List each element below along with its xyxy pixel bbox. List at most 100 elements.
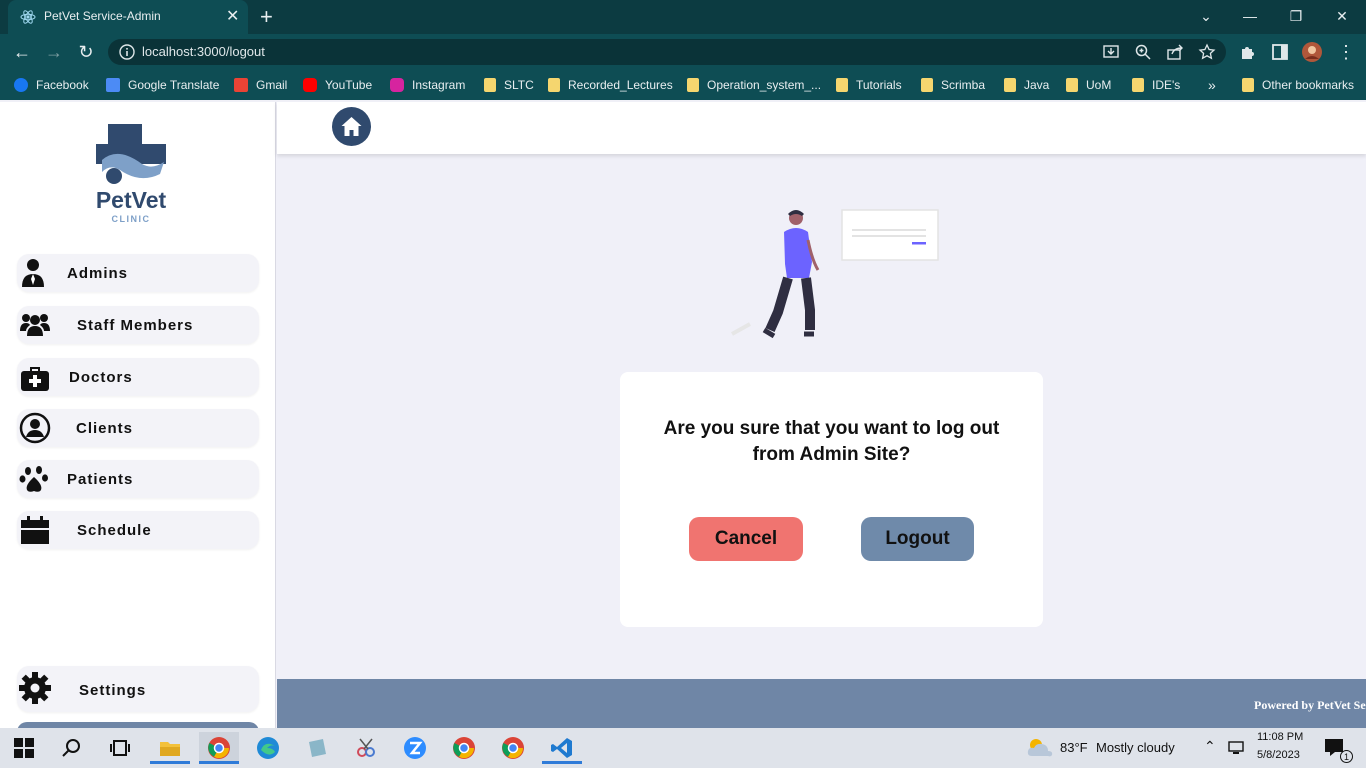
- weather-cloud-icon[interactable]: [1026, 736, 1054, 760]
- react-icon: [20, 10, 36, 24]
- bookmark-recorded-lectures[interactable]: Recorded_Lectures: [548, 76, 673, 94]
- bookmark-gmail[interactable]: Gmail: [234, 76, 287, 94]
- tab-search-chevron-icon[interactable]: ⌄: [1186, 4, 1226, 28]
- bookmark-label: YouTube: [325, 78, 373, 92]
- taskbar-chrome[interactable]: [493, 732, 533, 764]
- windows-logo-icon: [14, 738, 34, 758]
- network-icon[interactable]: [1228, 740, 1246, 756]
- staff-group-icon: [20, 314, 50, 336]
- page-viewport: PetVet CLINIC Admins Staff Members Docto…: [0, 102, 1366, 728]
- minimize-icon[interactable]: —: [1230, 4, 1270, 28]
- sidebar-item-staff-members[interactable]: Staff Members: [17, 306, 259, 344]
- bookmark-instagram[interactable]: Instagram: [390, 76, 465, 94]
- google-translate-icon: [106, 78, 120, 92]
- share-icon[interactable]: [1166, 43, 1184, 61]
- side-panel-icon[interactable]: [1270, 42, 1290, 62]
- scissors-icon: [357, 738, 375, 757]
- sidebar-item-patients[interactable]: Patients: [17, 460, 259, 498]
- bookmark-operation-system[interactable]: Operation_system_...: [687, 76, 821, 94]
- weather-description[interactable]: Mostly cloudy: [1096, 740, 1175, 755]
- taskbar-file-explorer[interactable]: [150, 732, 190, 764]
- logo-sub: CLINIC: [112, 214, 151, 224]
- weather-temperature[interactable]: 83°F: [1060, 740, 1088, 755]
- bookmark-java[interactable]: Java: [1004, 76, 1049, 94]
- back-arrow-icon[interactable]: ←: [10, 40, 34, 64]
- restore-icon[interactable]: ❐: [1276, 4, 1316, 28]
- clock-time[interactable]: 11:08 PM: [1257, 731, 1303, 743]
- sidebar-item-clients[interactable]: Clients: [17, 409, 259, 447]
- bookmark-label: Gmail: [256, 78, 288, 92]
- new-tab-icon[interactable]: +: [260, 4, 273, 30]
- bookmark-label: Instagram: [412, 78, 466, 92]
- browser-tab-bar: PetVet Service-Admin ✕ + ⌄ — ❐ ✕: [0, 0, 1366, 34]
- sidebar-item-label: Staff Members: [77, 317, 194, 334]
- taskbar-chrome-profile[interactable]: [199, 732, 239, 764]
- taskbar-edge[interactable]: [248, 732, 288, 764]
- install-icon[interactable]: [1102, 43, 1120, 61]
- chrome-icon: [208, 737, 230, 759]
- notes-icon: [309, 739, 326, 757]
- sidebar-item-doctors[interactable]: Doctors: [17, 358, 259, 396]
- taskbar-zoom[interactable]: [395, 732, 435, 764]
- sidebar-item-settings[interactable]: Settings: [17, 666, 259, 712]
- sidebar: PetVet CLINIC Admins Staff Members Docto…: [0, 102, 276, 728]
- folder-icon: [1242, 78, 1254, 92]
- profile-avatar[interactable]: [1302, 42, 1322, 62]
- edge-icon: [257, 737, 279, 759]
- reload-icon[interactable]: ↻: [74, 40, 98, 64]
- bookmark-tutorials[interactable]: Tutorials: [836, 76, 902, 94]
- url-text: localhost:3000/logout: [142, 44, 265, 59]
- clock-date[interactable]: 5/8/2023: [1257, 749, 1300, 761]
- forward-arrow-icon[interactable]: →: [42, 40, 66, 64]
- folder-icon: [1066, 78, 1078, 92]
- sidebar-item-label: Schedule: [77, 522, 152, 539]
- bookmark-scrimba[interactable]: Scrimba: [921, 76, 985, 94]
- info-icon[interactable]: [118, 43, 136, 61]
- sidebar-item-label: Patients: [67, 471, 134, 488]
- sidebar-item-schedule[interactable]: Schedule: [17, 511, 259, 549]
- instagram-icon: [390, 78, 404, 92]
- taskbar-snipping-tool[interactable]: [346, 732, 386, 764]
- logout-button[interactable]: Logout: [861, 517, 974, 561]
- calendar-icon: [21, 516, 49, 544]
- bookmark-ides[interactable]: IDE's: [1132, 76, 1180, 94]
- bookmark-label: Java: [1024, 78, 1050, 92]
- taskbar-vscode[interactable]: [542, 732, 582, 764]
- home-button[interactable]: [332, 107, 371, 146]
- start-button[interactable]: [4, 732, 44, 764]
- cancel-button[interactable]: Cancel: [689, 517, 803, 561]
- taskbar-search[interactable]: [52, 732, 92, 764]
- more-bookmarks-chevron-icon[interactable]: »: [1208, 76, 1216, 94]
- bookmark-other-bookmarks[interactable]: Other bookmarks: [1242, 76, 1354, 94]
- taskbar-notes-app[interactable]: [297, 732, 337, 764]
- gear-icon: [19, 672, 51, 704]
- notification-count-badge: 1: [1340, 750, 1353, 763]
- user-circle-icon: [19, 412, 51, 444]
- sidebar-item-label: Clients: [76, 420, 134, 437]
- tab-close-icon[interactable]: ✕: [226, 6, 239, 26]
- bookmarks-bar: Facebook Google Translate Gmail YouTube …: [0, 70, 1366, 100]
- youtube-icon: [303, 78, 317, 92]
- sidebar-item-admins[interactable]: Admins: [17, 254, 259, 292]
- browser-tab[interactable]: PetVet Service-Admin ✕: [8, 0, 248, 34]
- bookmark-sltc[interactable]: SLTC: [484, 76, 534, 94]
- bookmark-label: IDE's: [1152, 78, 1181, 92]
- logout-illustration: [731, 209, 939, 339]
- extensions-puzzle-icon[interactable]: [1238, 42, 1258, 62]
- folder-icon: [921, 78, 933, 92]
- menu-kebab-icon[interactable]: ⋮: [1334, 40, 1358, 64]
- taskbar-chrome-profile-2[interactable]: [444, 732, 484, 764]
- folder-icon: [160, 742, 180, 756]
- bookmark-star-icon[interactable]: [1198, 43, 1216, 61]
- address-bar[interactable]: localhost:3000/logout: [108, 39, 1226, 65]
- bookmark-youtube[interactable]: YouTube: [303, 76, 372, 94]
- close-window-icon[interactable]: ✕: [1322, 4, 1362, 28]
- zoom-icon[interactable]: [1134, 43, 1152, 61]
- tray-chevron-up-icon[interactable]: ⌃: [1204, 738, 1216, 755]
- bookmark-google-translate[interactable]: Google Translate: [106, 76, 219, 94]
- petvet-logo: PetVet CLINIC: [96, 124, 166, 224]
- sidebar-item-label: Doctors: [69, 369, 133, 386]
- bookmark-facebook[interactable]: Facebook: [14, 76, 89, 94]
- task-view-button[interactable]: [100, 732, 140, 764]
- bookmark-uom[interactable]: UoM: [1066, 76, 1111, 94]
